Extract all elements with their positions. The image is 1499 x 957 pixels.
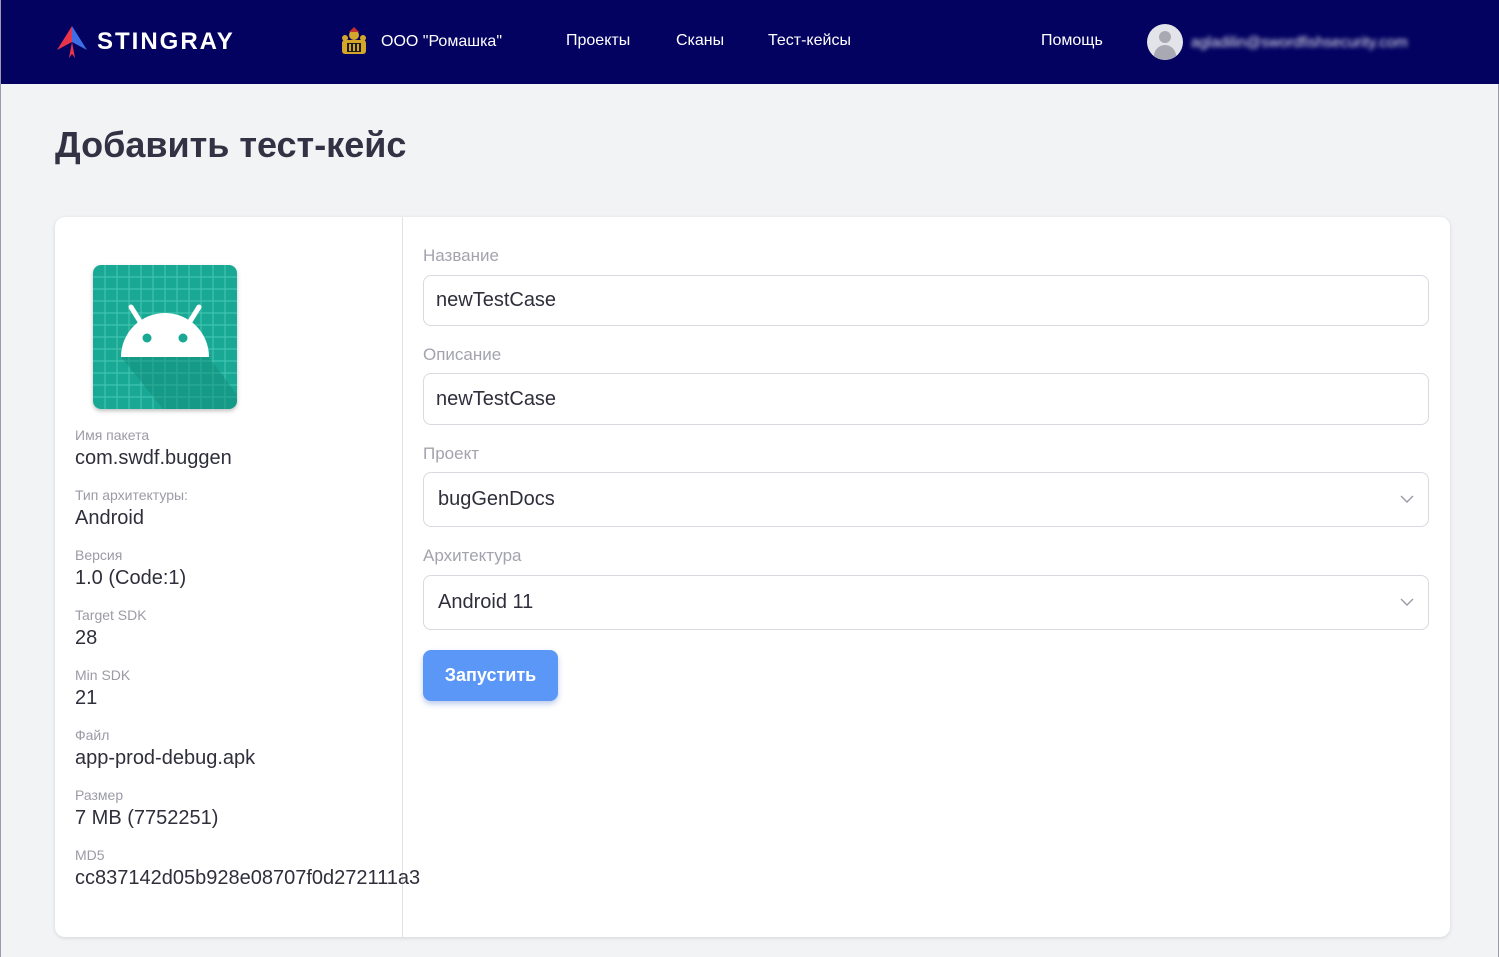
organization-selector[interactable]: ООО "Ромашка" xyxy=(339,24,502,60)
project-select-value: bugGenDocs xyxy=(438,488,555,510)
top-navbar: STINGRAY ООО "Ромашка" Проекты Сканы Тес… xyxy=(1,0,1499,84)
info-md5: MD5 cc837142d05b928e08707f0d272111a3 xyxy=(75,847,420,891)
info-target-sdk: Target SDK 28 xyxy=(75,607,147,651)
architecture-select[interactable]: Android 11 xyxy=(423,575,1429,630)
info-min-sdk: Min SDK 21 xyxy=(75,667,130,711)
nav-projects[interactable]: Проекты xyxy=(566,32,630,50)
info-value: app-prod-debug.apk xyxy=(75,747,256,769)
info-value: 7 MB (7752251) xyxy=(75,807,219,829)
user-email: agladilin@swordfishsecurity.com xyxy=(1191,33,1408,51)
run-button[interactable]: Запустить xyxy=(423,650,558,701)
project-label: Проект xyxy=(423,444,479,463)
project-select[interactable]: bugGenDocs xyxy=(423,472,1429,527)
android-app-icon xyxy=(93,265,237,409)
help-link[interactable]: Помощь xyxy=(1041,32,1103,50)
chevron-down-icon xyxy=(1400,598,1414,606)
stingray-logo[interactable]: STINGRAY xyxy=(55,24,235,60)
name-input[interactable] xyxy=(423,275,1429,326)
info-package-name: Имя пакета com.swdf.buggen xyxy=(75,427,232,471)
info-file: Файл app-prod-debug.apk xyxy=(75,727,255,771)
description-input[interactable] xyxy=(423,373,1429,425)
info-label: Версия xyxy=(75,547,123,563)
info-label: Размер xyxy=(75,787,124,803)
name-label: Название xyxy=(423,246,499,265)
info-label: Имя пакета xyxy=(75,427,150,443)
test-case-card: Имя пакета com.swdf.buggen Тип архитекту… xyxy=(55,217,1450,937)
info-label: Файл xyxy=(75,727,110,743)
organization-name: ООО "Ромашка" xyxy=(381,33,502,50)
description-label: Описание xyxy=(423,345,502,364)
info-size: Размер 7 MB (7752251) xyxy=(75,787,218,831)
logo-text: STINGRAY xyxy=(97,28,235,55)
page-title: Добавить тест-кейс xyxy=(55,124,407,165)
info-label: MD5 xyxy=(75,847,105,863)
info-label: Тип архитектуры: xyxy=(75,487,188,503)
info-value: 21 xyxy=(75,687,98,709)
nav-scans[interactable]: Сканы xyxy=(676,32,724,50)
stingray-logo-icon xyxy=(57,26,87,58)
nav-test-cases[interactable]: Тест-кейсы xyxy=(768,32,851,50)
info-label: Min SDK xyxy=(75,667,131,683)
coat-of-arms-icon xyxy=(342,27,366,54)
user-menu[interactable]: agladilin@swordfishsecurity.com xyxy=(1147,24,1408,60)
avatar xyxy=(1147,24,1183,60)
info-value: com.swdf.buggen xyxy=(75,447,232,469)
info-version: Версия 1.0 (Code:1) xyxy=(75,547,186,591)
info-value: 1.0 (Code:1) xyxy=(75,567,187,589)
info-value: Android xyxy=(75,507,144,529)
architecture-select-value: Android 11 xyxy=(438,591,534,613)
info-value: cc837142d05b928e08707f0d272111a3 xyxy=(75,867,421,889)
info-architecture-type: Тип архитектуры: Android xyxy=(75,487,188,531)
architecture-label: Архитектура xyxy=(423,546,522,565)
info-value: 28 xyxy=(75,627,98,649)
chevron-down-icon xyxy=(1400,495,1414,503)
info-label: Target SDK xyxy=(75,607,147,623)
column-divider xyxy=(402,217,403,937)
